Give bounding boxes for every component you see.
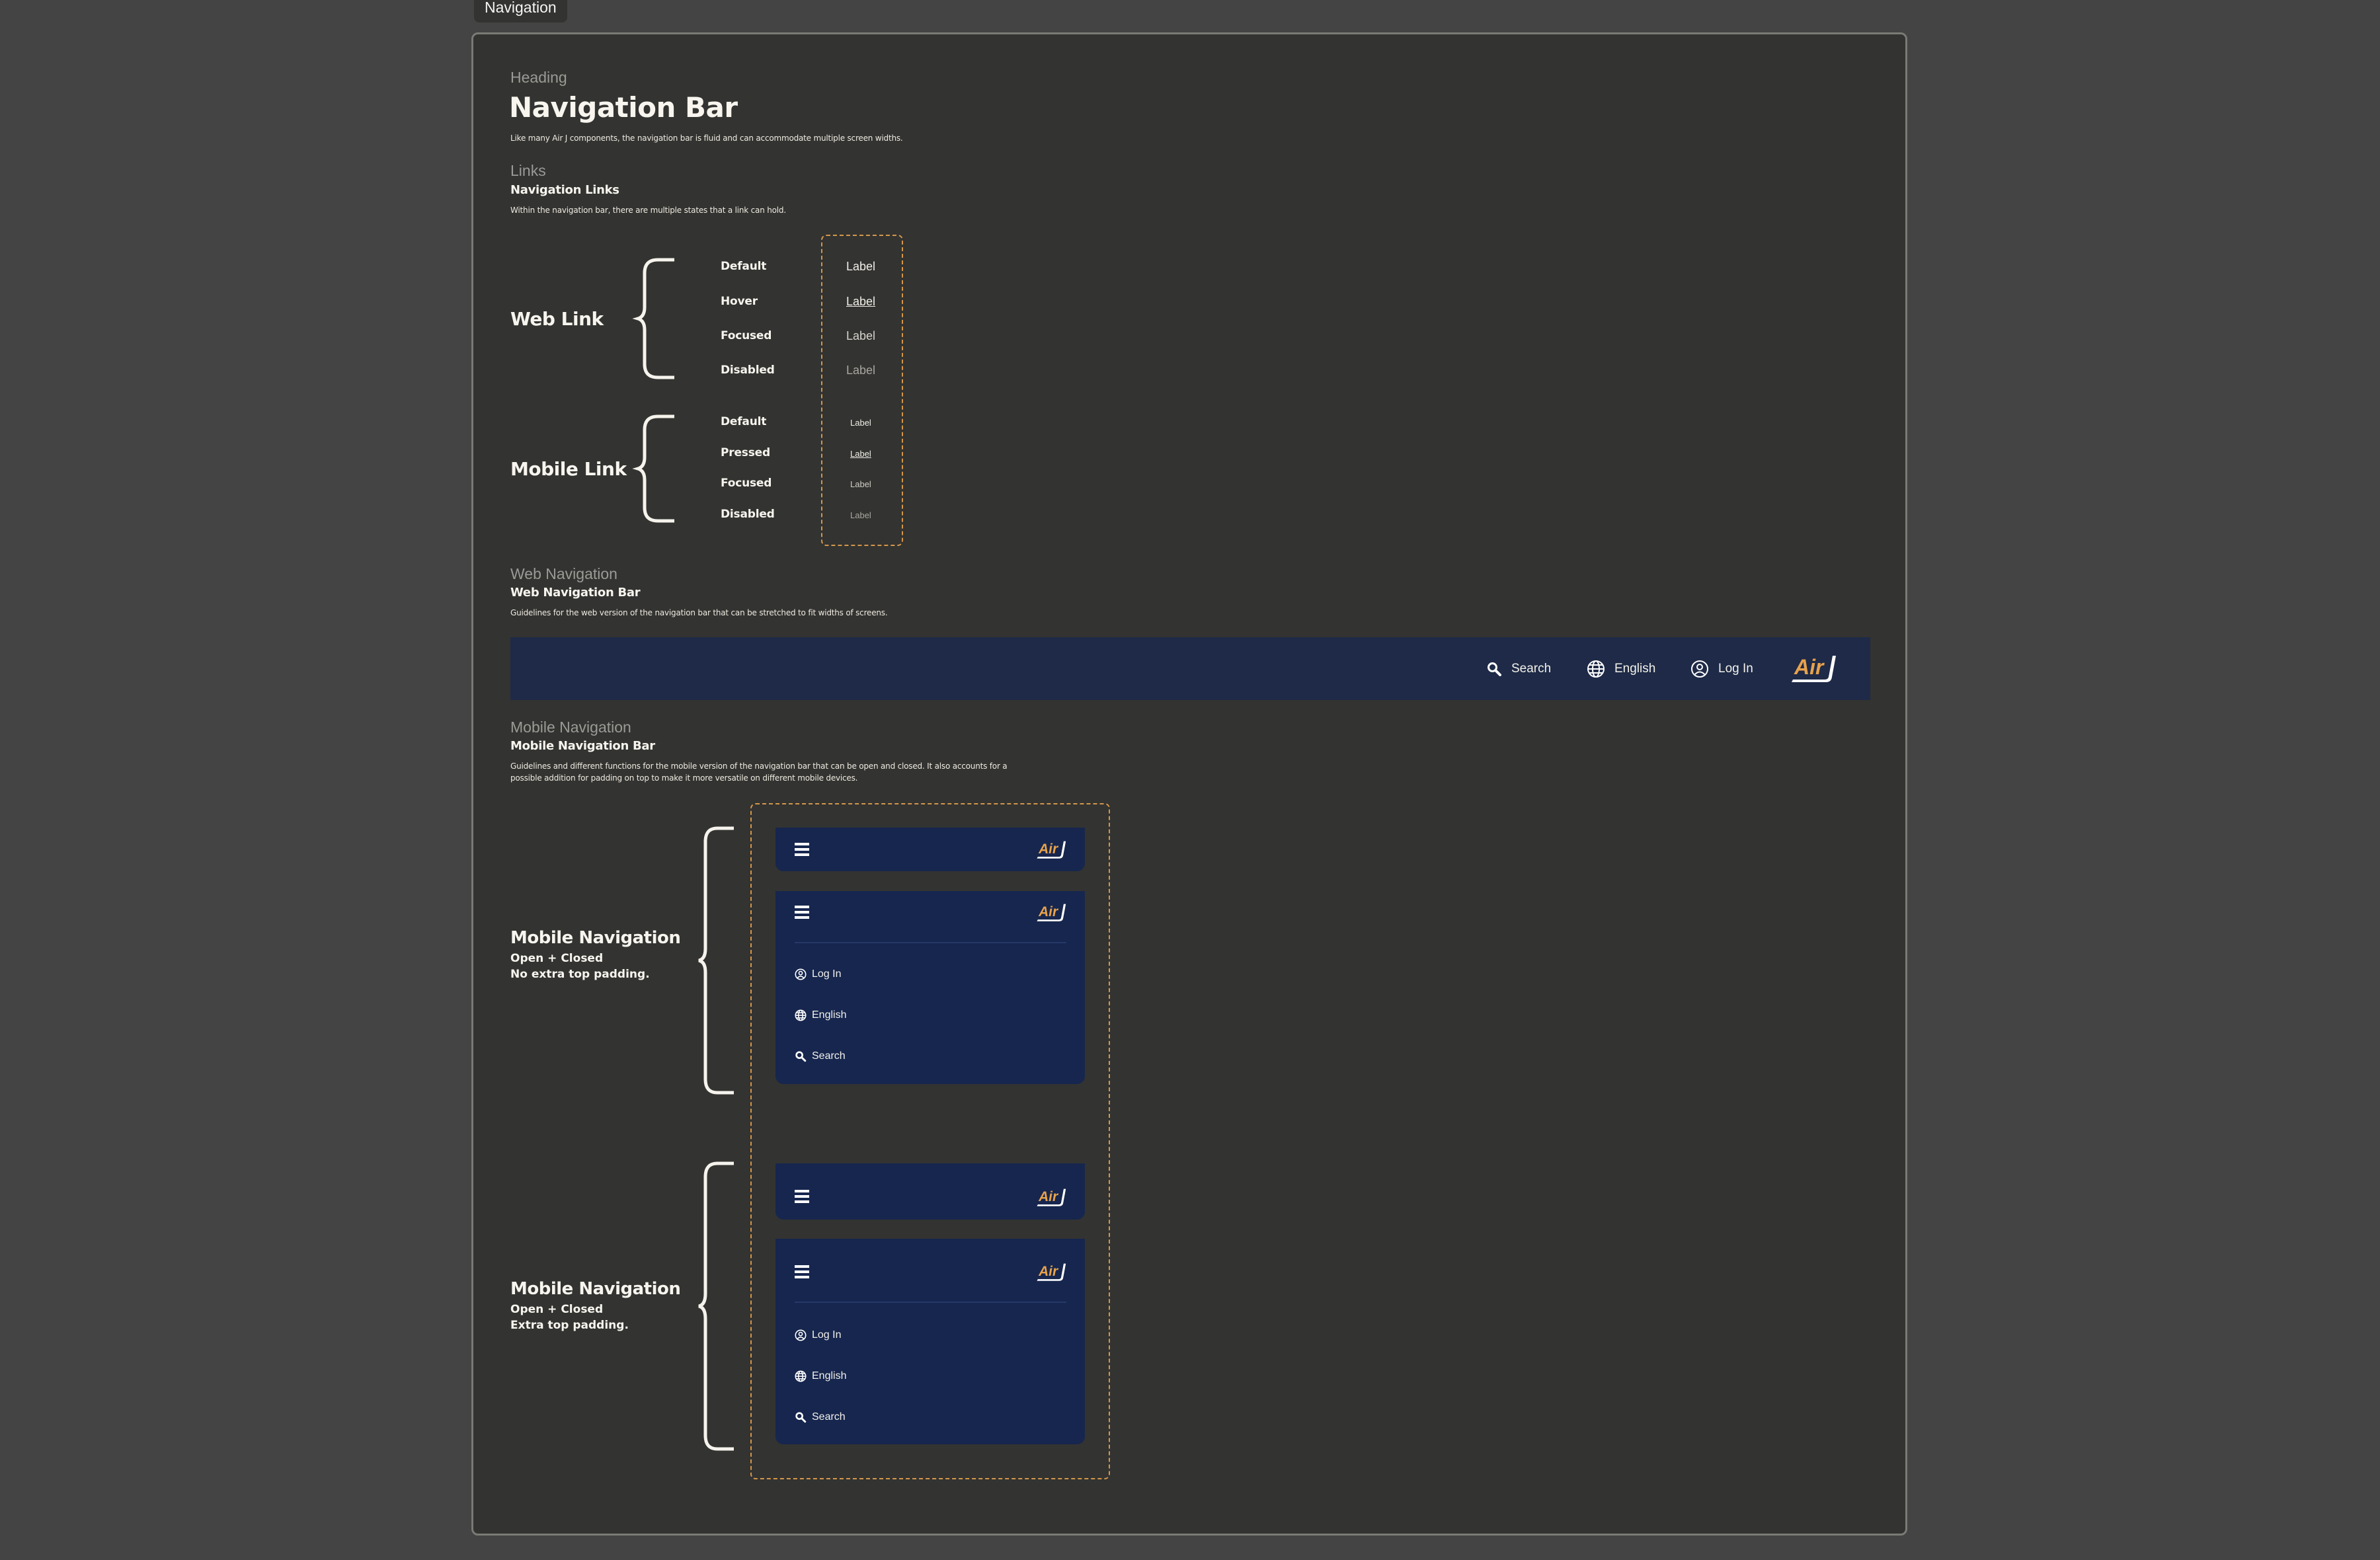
- mobile-variant-2-label: Mobile Navigation Open + Closed Extra to…: [510, 1279, 681, 1333]
- mobile-link-group-label: Mobile Link: [510, 458, 627, 480]
- links-title: Navigation Links: [510, 183, 619, 197]
- state-label: Disabled: [721, 364, 775, 377]
- logo-air-text: Air: [1038, 841, 1059, 857]
- logo-air-text: Air: [1038, 1264, 1059, 1279]
- hamburger-menu-icon[interactable]: [795, 1265, 809, 1278]
- logo-air-text: Air: [1038, 904, 1059, 919]
- web-link-hover[interactable]: Label: [846, 295, 875, 309]
- web-nav-description: Guidelines for the web version of the na…: [510, 608, 888, 617]
- globe-icon: [795, 1009, 807, 1021]
- search-icon: [795, 1051, 807, 1062]
- variant-line-1: Open + Closed: [510, 952, 604, 965]
- page-title: Navigation Bar: [509, 91, 738, 124]
- mobile-menu-language[interactable]: English: [795, 1009, 846, 1021]
- menu-item-label: Search: [812, 1411, 846, 1423]
- mobile-link-brace: [632, 414, 674, 523]
- web-nav-language[interactable]: English: [1587, 637, 1655, 700]
- mobile-variant-2-brace: [698, 1161, 734, 1451]
- mobile-nav-closed: Air: [775, 828, 1085, 871]
- web-link-default[interactable]: Label: [846, 260, 875, 274]
- mobile-variant-1-brace: [698, 826, 734, 1095]
- web-nav-eyebrow: Web Navigation: [510, 565, 617, 582]
- logo-air-text: Air: [1794, 655, 1825, 679]
- variant-line-2: Extra top padding.: [510, 1319, 629, 1332]
- menu-item-label: Search: [812, 1050, 846, 1062]
- state-label: Focused: [721, 329, 772, 342]
- user-circle-icon: [1691, 660, 1708, 678]
- globe-icon: [795, 1370, 807, 1382]
- state-label: Hover: [721, 295, 758, 308]
- web-nav-language-label: English: [1614, 661, 1656, 676]
- user-circle-icon: [795, 968, 807, 980]
- state-label: Default: [721, 260, 767, 273]
- mobile-nav-eyebrow: Mobile Navigation: [510, 719, 631, 736]
- mobile-link-focused[interactable]: Label: [850, 479, 871, 489]
- mobile-nav-open: Air Log In English Search: [775, 891, 1085, 1084]
- mobile-nav-title: Mobile Navigation Bar: [510, 739, 655, 753]
- web-link-disabled: Label: [846, 364, 876, 377]
- search-icon: [795, 1412, 807, 1423]
- mobile-menu-login[interactable]: Log In: [795, 968, 841, 980]
- page-tab[interactable]: Navigation: [474, 0, 567, 22]
- mobile-nav-description-2: possible addition for padding on top to …: [510, 773, 858, 783]
- mobile-link-pressed[interactable]: Label: [850, 449, 871, 459]
- globe-icon: [1587, 660, 1605, 678]
- hamburger-menu-icon[interactable]: [795, 1190, 809, 1203]
- menu-item-label: English: [812, 1370, 847, 1382]
- web-nav-login[interactable]: Log In: [1690, 637, 1753, 700]
- menu-divider: [795, 942, 1066, 943]
- page-tab-label: Navigation: [485, 0, 557, 16]
- web-navigation-bar: Search English Log In Air: [510, 637, 1870, 700]
- heading-eyebrow: Heading: [510, 69, 567, 86]
- user-circle-icon: [795, 1329, 807, 1341]
- web-nav-title: Web Navigation Bar: [510, 586, 641, 600]
- mobile-nav-closed-padded: Air: [775, 1163, 1085, 1220]
- links-eyebrow: Links: [510, 162, 546, 179]
- menu-divider: [795, 1302, 1066, 1303]
- menu-item-label: Log In: [812, 1329, 842, 1341]
- state-label: Default: [721, 415, 767, 428]
- mobile-nav-description-1: Guidelines and different functions for t…: [510, 761, 1008, 771]
- mobile-variant-1-label: Mobile Navigation Open + Closed No extra…: [510, 928, 681, 982]
- variant-title: Mobile Navigation: [510, 928, 681, 948]
- state-label: Pressed: [721, 446, 770, 459]
- mobile-menu-search[interactable]: Search: [795, 1411, 846, 1423]
- web-nav-login-label: Log In: [1718, 661, 1753, 676]
- mobile-menu-language[interactable]: English: [795, 1370, 846, 1382]
- hamburger-menu-icon[interactable]: [795, 906, 809, 919]
- web-nav-search[interactable]: Search: [1486, 637, 1551, 700]
- web-link-group-label: Web Link: [510, 308, 604, 330]
- airj-logo[interactable]: Air: [1790, 653, 1837, 683]
- mobile-nav-open-padded: Air Log In English Search: [775, 1239, 1085, 1444]
- mobile-link-default[interactable]: Label: [850, 418, 871, 428]
- links-description: Within the navigation bar, there are mul…: [510, 206, 786, 215]
- search-icon: [1488, 662, 1501, 676]
- state-label: Focused: [721, 477, 772, 490]
- mobile-menu-login[interactable]: Log In: [795, 1329, 841, 1341]
- web-nav-search-label: Search: [1511, 661, 1552, 676]
- airj-logo[interactable]: Air: [1036, 902, 1066, 922]
- content-frame: [471, 32, 1907, 1536]
- web-link-brace: [632, 258, 674, 379]
- variant-title: Mobile Navigation: [510, 1279, 681, 1299]
- airj-logo[interactable]: Air: [1036, 839, 1066, 859]
- menu-item-label: English: [812, 1009, 847, 1021]
- hamburger-menu-icon[interactable]: [795, 843, 809, 856]
- variant-line-1: Open + Closed: [510, 1303, 604, 1316]
- heading-description: Like many Air J components, the navigati…: [510, 134, 903, 143]
- mobile-menu-search[interactable]: Search: [795, 1050, 846, 1062]
- logo-air-text: Air: [1038, 1189, 1059, 1204]
- airj-logo[interactable]: Air: [1036, 1262, 1066, 1282]
- variant-line-2: No extra top padding.: [510, 968, 650, 981]
- link-states-outline: [821, 235, 903, 546]
- mobile-link-disabled: Label: [850, 510, 871, 520]
- menu-item-label: Log In: [812, 968, 842, 980]
- state-label: Disabled: [721, 508, 775, 521]
- web-link-focused[interactable]: Label: [846, 329, 875, 343]
- airj-logo[interactable]: Air: [1036, 1187, 1066, 1207]
